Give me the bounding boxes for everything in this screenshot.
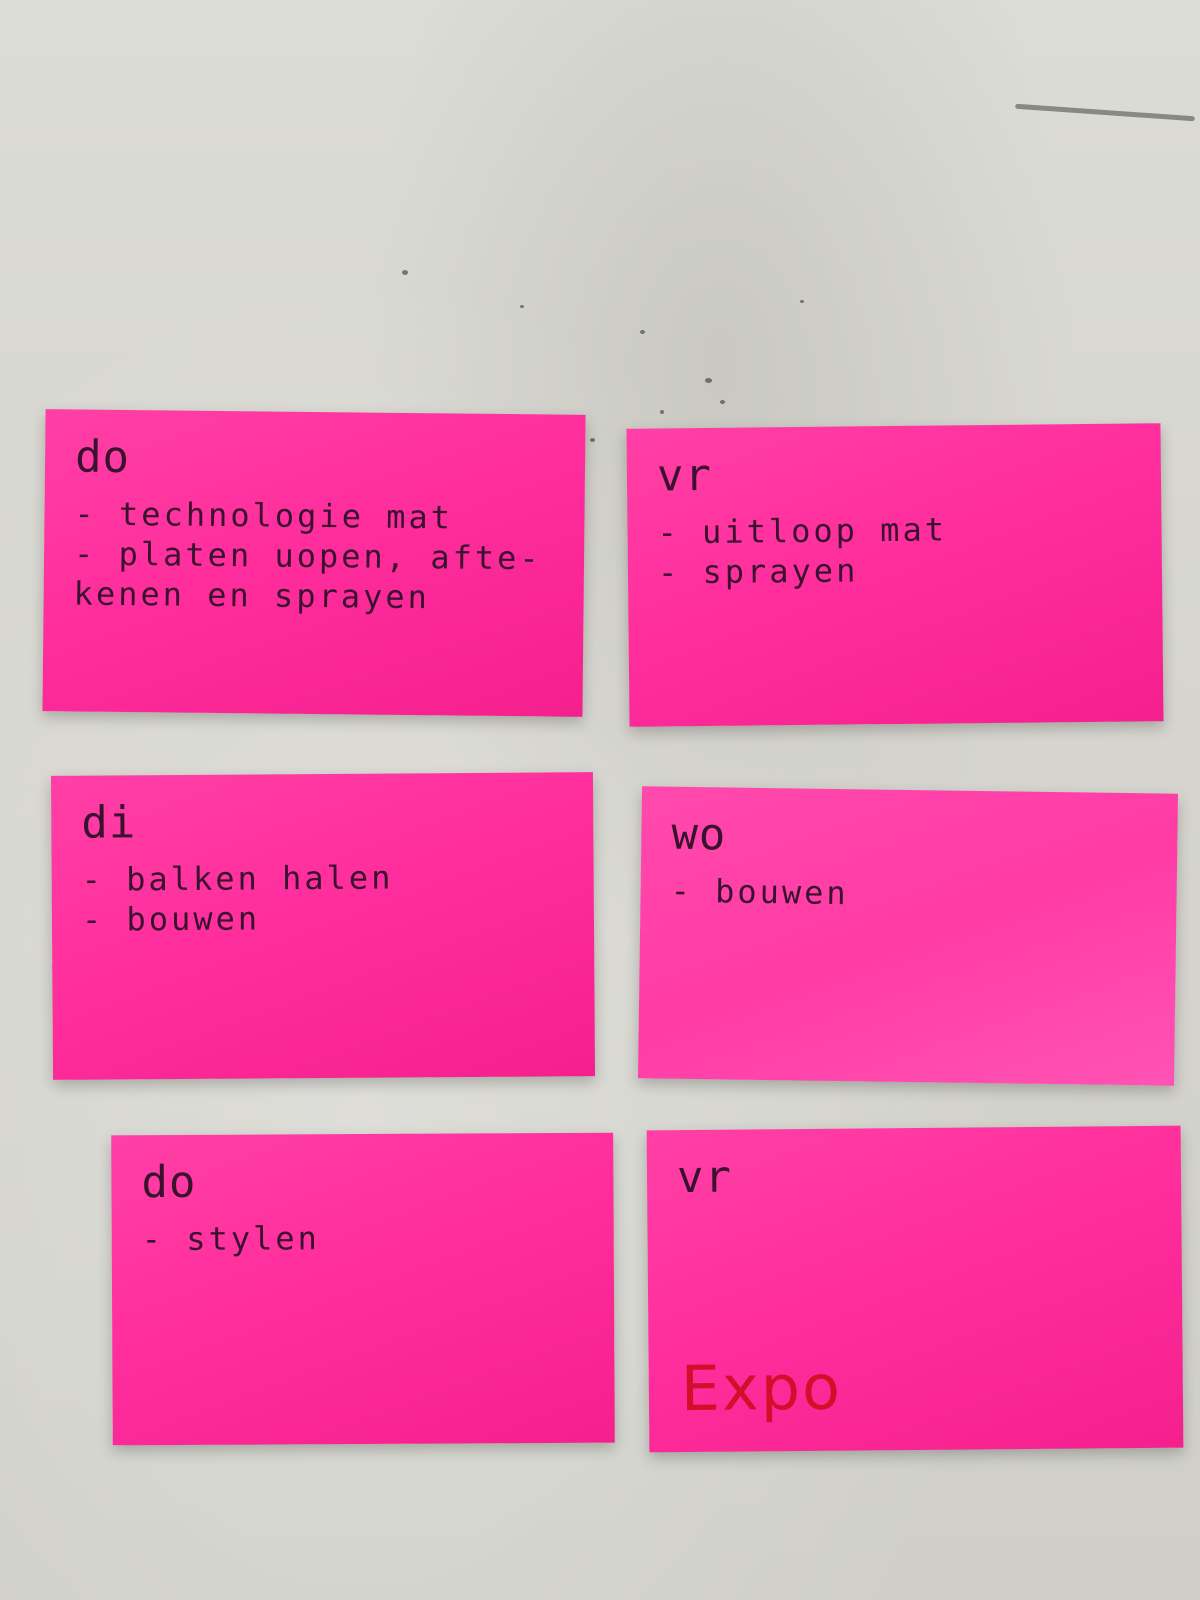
sticky-note-wo: wo - bouwen	[637, 786, 1179, 1086]
note-day-label: wo	[671, 808, 727, 861]
wall-streak	[1015, 103, 1195, 122]
note-task: - technologie mat	[74, 494, 454, 537]
note-day-label: do	[74, 431, 131, 484]
note-day-label: do	[141, 1156, 197, 1209]
note-day-label: vr	[656, 449, 713, 502]
wall-speck	[720, 400, 725, 404]
note-day-label: di	[81, 797, 137, 849]
wall-speck	[800, 300, 804, 303]
note-highlight-expo: Expo	[680, 1350, 843, 1426]
note-task: kenen en sprayen	[73, 574, 431, 617]
wall-speck	[590, 438, 595, 442]
wall-speck	[402, 270, 408, 275]
wall-speck	[640, 330, 645, 334]
wall-speck	[660, 410, 664, 414]
note-task: - sprayen	[657, 551, 859, 592]
note-task: - balken halen	[81, 858, 394, 899]
sticky-note-do-1: do - technologie mat - platen uopen, aft…	[42, 409, 586, 717]
note-day-label: vr	[676, 1151, 733, 1204]
note-task: - bouwen	[81, 899, 261, 939]
sticky-note-vr-1: vr - uitloop mat - sprayen	[626, 423, 1164, 727]
note-task: - uitloop mat	[657, 510, 948, 552]
sticky-note-di: di - balken halen - bouwen	[50, 772, 596, 1080]
sticky-note-do-2: do - stylen	[111, 1132, 615, 1446]
wall-speck	[520, 305, 524, 308]
note-task: - stylen	[141, 1219, 320, 1259]
note-task: - bouwen	[670, 871, 849, 913]
note-task: - platen uopen, afte-	[73, 534, 542, 578]
wall-speck	[705, 378, 712, 383]
sticky-note-vr-2: vr Expo	[646, 1125, 1184, 1453]
